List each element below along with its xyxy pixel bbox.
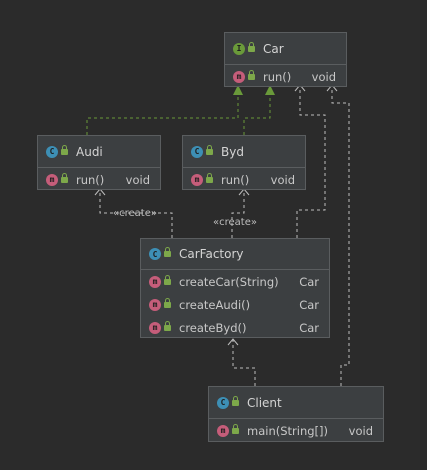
method-name: run() bbox=[221, 172, 250, 187]
lock-icon bbox=[248, 69, 255, 80]
method-row[interactable]: m createCar(String) Car bbox=[141, 270, 329, 293]
class-box-carfactory[interactable]: C CarFactory m createCar(String) Car m c… bbox=[140, 238, 330, 338]
interface-icon: I bbox=[233, 42, 245, 55]
method-row[interactable]: m run() void bbox=[225, 65, 346, 88]
class-icon: C bbox=[217, 396, 229, 409]
lock-icon bbox=[164, 274, 171, 285]
edge-audi-implements-car bbox=[86, 94, 239, 135]
class-title: Client bbox=[247, 395, 282, 410]
edge-client-uses-carfactory bbox=[232, 340, 256, 386]
class-header: C Byd bbox=[183, 136, 305, 168]
method-return-type: Car bbox=[299, 274, 319, 289]
method-name: run() bbox=[263, 69, 292, 84]
method-icon: m bbox=[233, 70, 245, 83]
method-return-type: Car bbox=[299, 320, 319, 335]
lock-icon bbox=[61, 172, 68, 183]
method-row[interactable]: m run() void bbox=[38, 168, 160, 191]
class-header: C Audi bbox=[38, 136, 160, 168]
edge-client-uses-car bbox=[331, 85, 350, 386]
method-row[interactable]: m run() void bbox=[183, 168, 305, 191]
edge-carfactory-create-byd bbox=[231, 190, 245, 238]
method-name: createAudi() bbox=[179, 297, 251, 312]
method-icon: m bbox=[46, 173, 58, 186]
method-icon: m bbox=[149, 321, 161, 334]
class-icon: C bbox=[191, 145, 203, 158]
method-row[interactable]: m createByd() Car bbox=[141, 316, 329, 339]
method-return-type: void bbox=[311, 69, 336, 84]
create-label-byd: «create» bbox=[213, 217, 257, 228]
lock-icon bbox=[164, 297, 171, 308]
class-box-client[interactable]: C Client m main(String[]) void bbox=[208, 386, 384, 442]
lock-icon bbox=[206, 144, 213, 155]
class-box-car[interactable]: I Car m run() void bbox=[224, 32, 347, 87]
create-label-audi: «create» bbox=[113, 208, 157, 219]
lock-icon bbox=[232, 423, 239, 434]
method-row[interactable]: m createAudi() Car bbox=[141, 293, 329, 316]
lock-icon bbox=[248, 41, 255, 52]
method-return-type: void bbox=[348, 423, 373, 438]
method-return-type: void bbox=[270, 172, 295, 187]
class-box-byd[interactable]: C Byd m run() void bbox=[182, 135, 306, 190]
method-icon: m bbox=[191, 173, 203, 186]
method-return-type: void bbox=[125, 172, 150, 187]
lock-icon bbox=[232, 395, 239, 406]
method-name: main(String[]) bbox=[247, 423, 328, 438]
method-icon: m bbox=[149, 298, 161, 311]
method-name: createCar(String) bbox=[179, 274, 279, 289]
class-icon: C bbox=[149, 248, 161, 260]
lock-icon bbox=[164, 320, 171, 331]
method-name: createByd() bbox=[179, 320, 247, 335]
class-title: CarFactory bbox=[179, 247, 244, 261]
method-row[interactable]: m main(String[]) void bbox=[209, 419, 383, 442]
method-return-type: Car bbox=[299, 297, 319, 312]
method-icon: m bbox=[217, 424, 229, 437]
class-header: I Car bbox=[225, 33, 346, 65]
class-header: C Client bbox=[209, 387, 383, 419]
class-icon: C bbox=[46, 145, 58, 158]
class-title: Audi bbox=[76, 144, 103, 159]
class-title: Car bbox=[263, 41, 284, 56]
lock-icon bbox=[164, 247, 171, 257]
method-icon: m bbox=[149, 275, 161, 288]
edge-byd-implements-car bbox=[243, 94, 271, 135]
class-title: Byd bbox=[221, 144, 244, 159]
lock-icon bbox=[206, 172, 213, 183]
class-header: C CarFactory bbox=[141, 239, 329, 270]
method-name: run() bbox=[76, 172, 105, 187]
class-box-audi[interactable]: C Audi m run() void bbox=[37, 135, 161, 190]
lock-icon bbox=[61, 144, 68, 155]
